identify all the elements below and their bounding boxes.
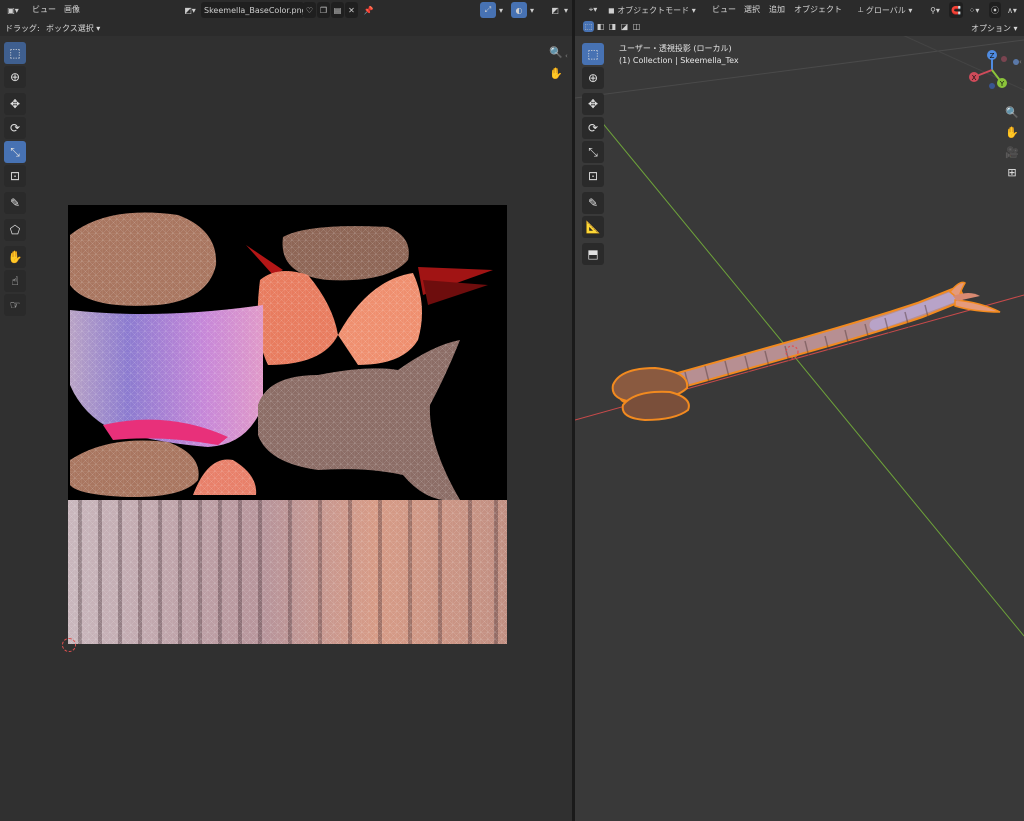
menu-object[interactable]: オブジェクト (794, 4, 842, 15)
uv-editor-tool-settings: ドラッグ: ボックス選択 ▾ (0, 20, 572, 36)
drag-label: ドラッグ: (5, 24, 40, 33)
zoom-icon[interactable]: 🔍 (1003, 103, 1021, 121)
move-tool[interactable]: ✥ (582, 93, 604, 115)
move-tool[interactable]: ✥ (4, 93, 26, 115)
select-box-tool[interactable]: ⬚ (4, 42, 26, 64)
pivot-icon[interactable]: ⚲▾ (925, 2, 945, 18)
perspective-grid-icon[interactable]: ⊞ (1003, 163, 1021, 181)
select-box-tool[interactable]: ⬚ (582, 43, 604, 65)
viewport-tool-settings: ⬚ ◧ ◨ ◪ ◫ オプション ▾ (575, 19, 1024, 36)
pan-hand-icon[interactable]: ✋ (547, 64, 565, 82)
image-browse-icon[interactable]: ◩▾ (181, 2, 199, 18)
gizmo-y-label: Y (999, 80, 1005, 88)
measure-tool[interactable]: 📐 (582, 216, 604, 238)
transform-orientation-dropdown[interactable]: ⟂ グローバル ▾ (858, 2, 920, 18)
annotate-polygon-tool[interactable]: ⬠ (4, 219, 26, 241)
grab-tool[interactable]: ✋ (4, 246, 26, 268)
relax-tool[interactable]: ☝ (4, 270, 26, 292)
uv-texture-svg (68, 212, 507, 644)
select-mode-intersect-icon[interactable]: ◫ (631, 21, 642, 32)
transform-tool[interactable]: ⊡ (4, 165, 26, 187)
fake-user-icon[interactable]: ♡ (303, 2, 316, 18)
rotate-tool[interactable]: ⟳ (4, 117, 26, 139)
3d-viewport[interactable] (575, 0, 1024, 821)
select-mode-extend-icon[interactable]: ◧ (595, 21, 606, 32)
image-name-field[interactable]: Skeemella_BaseColor.png (201, 2, 307, 18)
scale-tool[interactable]: ⤡ (582, 141, 604, 163)
gizmo-z-label: Z (990, 52, 995, 60)
cursor-tool[interactable]: ⊕ (4, 66, 26, 88)
camera-icon[interactable]: 🎥 (1003, 143, 1021, 161)
menu-select[interactable]: 選択 (744, 4, 760, 15)
snap-target-icon[interactable]: ⁘▾ (964, 2, 984, 18)
pan-hand-icon[interactable]: ✋ (1003, 123, 1021, 141)
rotate-tool[interactable]: ⟳ (582, 117, 604, 139)
chevron-down-icon[interactable]: ▾ (527, 2, 537, 18)
sidebar-toggle-icon[interactable]: ‹ (565, 52, 568, 60)
view-name-label: ユーザー・透視投影 (ローカル) (619, 44, 732, 53)
menu-view[interactable]: ビュー (32, 4, 56, 15)
annotate-tool[interactable]: ✎ (4, 192, 26, 214)
uv-sync-icon[interactable]: ⤢ (480, 2, 496, 18)
chevron-down-icon[interactable]: ▾ (561, 2, 571, 18)
add-cube-tool[interactable]: ⬒ (582, 243, 604, 265)
cursor-tool[interactable]: ⊕ (582, 67, 604, 89)
chevron-down-icon[interactable]: ▾ (496, 2, 506, 18)
duplicate-icon[interactable]: ❐ (317, 2, 330, 18)
select-mode-new-icon[interactable]: ⬚ (583, 21, 594, 32)
axis-gizmo-svg: Z X Y (969, 50, 1019, 89)
viewport-header: ⌖▾ ◼ オブジェクトモード ▾ ビュー 選択 追加 オブジェクト ⟂ グローバ… (575, 0, 1024, 19)
uv-editor-header: ▣▾ ビュー 画像 ◩▾ Skeemella_BaseColor.png ♡ ❐… (0, 0, 572, 20)
pin-icon[interactable]: 📌 (362, 2, 375, 18)
editor-type-icon[interactable]: ▣▾ (3, 2, 23, 18)
zoom-icon[interactable]: 🔍 (547, 43, 565, 61)
collection-label: (1) Collection | Skeemella_Tex (619, 56, 739, 65)
unlink-icon[interactable]: ✕ (345, 2, 358, 18)
annotate-tool[interactable]: ✎ (582, 192, 604, 214)
2d-cursor-icon[interactable] (62, 638, 76, 652)
falloff-icon[interactable]: ∧▾ (1003, 2, 1021, 18)
new-image-icon[interactable]: ▤ (331, 2, 344, 18)
select-mode-invert-icon[interactable]: ◪ (619, 21, 630, 32)
transform-tool[interactable]: ⊡ (582, 165, 604, 187)
overlay-icon[interactable]: ◐ (511, 2, 527, 18)
gizmo-x-label: X (972, 74, 977, 82)
scale-tool[interactable]: ⤡ (4, 141, 26, 163)
navigation-gizmo[interactable]: Z X Y (966, 48, 1024, 94)
menu-image[interactable]: 画像 (64, 4, 80, 15)
options-dropdown[interactable]: オプション ▾ (971, 23, 1018, 34)
viewport-scene-svg (575, 0, 1024, 637)
pinch-tool[interactable]: ☞ (4, 294, 26, 316)
drag-select-dropdown[interactable]: ボックス選択 ▾ (46, 23, 100, 34)
menu-add[interactable]: 追加 (769, 4, 785, 15)
mode-dropdown[interactable]: ◼ オブジェクトモード ▾ (608, 2, 706, 18)
snap-icon[interactable]: 🧲 (949, 2, 963, 18)
uv-texture-image[interactable] (68, 205, 507, 644)
sidebar-toggle-icon[interactable]: ‹ (1019, 58, 1022, 66)
select-mode-subtract-icon[interactable]: ◨ (607, 21, 618, 32)
proportional-edit-icon[interactable]: ⦿ (989, 2, 1001, 18)
editor-type-icon[interactable]: ⌖▾ (583, 2, 603, 18)
menu-view[interactable]: ビュー (712, 4, 736, 15)
